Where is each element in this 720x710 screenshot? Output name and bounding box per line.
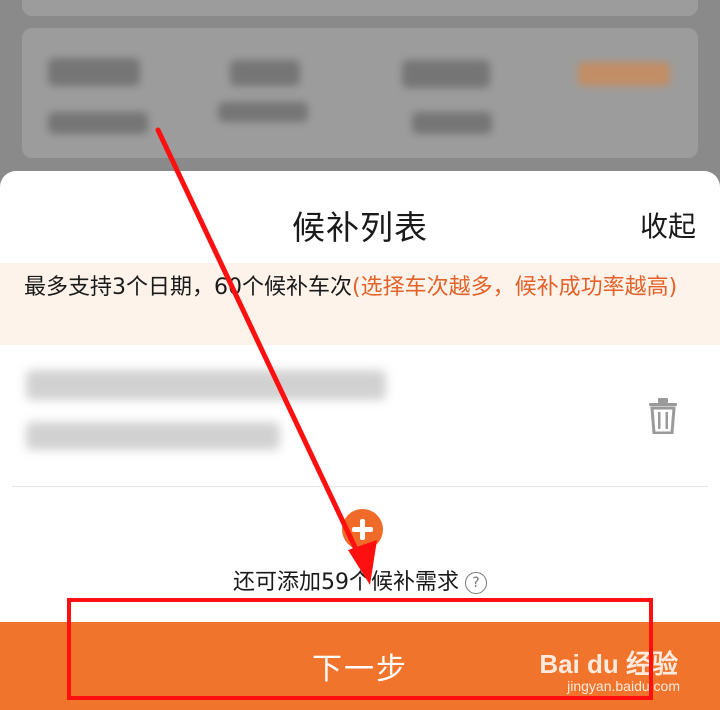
limit-notice: 最多支持3个日期，60个候补车次(选择车次越多，候补成功率越高) bbox=[0, 263, 720, 345]
blurred-badge bbox=[578, 62, 670, 86]
blurred-text bbox=[412, 112, 492, 134]
collapse-button[interactable]: 收起 bbox=[640, 205, 696, 245]
sheet-title: 候补列表 bbox=[292, 208, 428, 247]
background-card-top bbox=[22, 0, 698, 16]
question-circle-icon[interactable]: ? bbox=[465, 572, 487, 594]
blurred-date-info bbox=[26, 422, 280, 450]
blurred-text bbox=[402, 60, 490, 88]
plus-circle-icon[interactable] bbox=[342, 509, 383, 550]
remaining-count: 还可添加59个候补需求? bbox=[0, 564, 720, 596]
remaining-text: 还可添加59个候补需求 bbox=[233, 570, 459, 595]
blurred-text bbox=[48, 112, 148, 134]
blurred-text bbox=[218, 102, 308, 122]
background-train-card bbox=[22, 28, 698, 158]
notice-text: 最多支持3个日期，60个候补车次 bbox=[24, 275, 352, 300]
trash-icon[interactable] bbox=[648, 398, 678, 434]
waitlist-item bbox=[12, 346, 708, 487]
blurred-text bbox=[48, 58, 140, 86]
notice-highlight: (选择车次越多，候补成功率越高) bbox=[352, 275, 678, 300]
blurred-train-info bbox=[26, 370, 386, 400]
baidu-watermark-logo: Bai du 经验 bbox=[539, 649, 678, 679]
blurred-text bbox=[230, 60, 300, 86]
baidu-watermark-url: jingyan.baidu.com bbox=[567, 678, 680, 694]
